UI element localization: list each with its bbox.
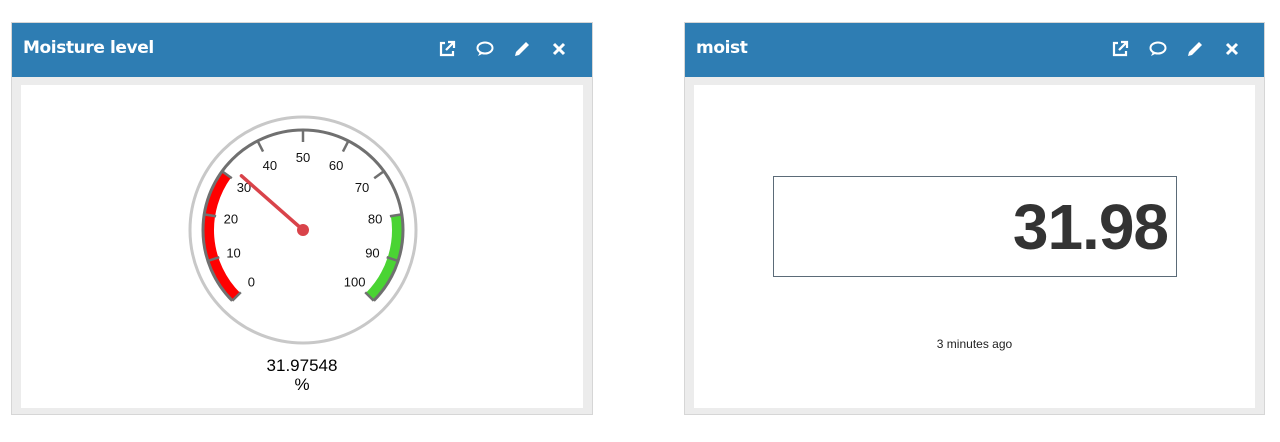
gauge-tick-label: 40 bbox=[263, 158, 277, 173]
gauge-value: 31.97548 bbox=[266, 356, 338, 375]
close-icon[interactable] bbox=[548, 38, 570, 60]
moisture-level-widget: Moisture level 0 10 20 30 40 50 60 70 80 90 100 31… bbox=[11, 22, 593, 415]
gauge-tick-label: 90 bbox=[365, 246, 379, 261]
gauge-tick-label: 50 bbox=[296, 150, 310, 165]
widget-body: 0 10 20 30 40 50 60 70 80 90 100 31.97548 % bbox=[21, 85, 583, 408]
gauge-tick-label: 60 bbox=[329, 158, 343, 173]
gauge-unit: % bbox=[294, 375, 310, 394]
value-text: 31.98 bbox=[1012, 191, 1169, 263]
value-display: 31.98 bbox=[773, 176, 1177, 277]
comment-icon[interactable] bbox=[1147, 38, 1169, 60]
widget-title: moist bbox=[696, 38, 748, 58]
timestamp: 3 minutes ago bbox=[936, 337, 1013, 351]
gauge-tick-label: 0 bbox=[248, 275, 255, 290]
widget-body: 31.98 3 minutes ago bbox=[694, 85, 1255, 408]
close-icon[interactable] bbox=[1221, 38, 1243, 60]
moist-widget: moist 31.98 3 minutes ago bbox=[684, 22, 1265, 415]
gauge-needle-hub bbox=[297, 224, 309, 236]
gauge-tick-label: 80 bbox=[368, 212, 382, 227]
pencil-icon[interactable] bbox=[1184, 38, 1206, 60]
gauge-tick-label: 20 bbox=[224, 212, 238, 227]
comment-icon[interactable] bbox=[474, 38, 496, 60]
gauge-tick-label: 10 bbox=[226, 246, 240, 261]
pencil-icon[interactable] bbox=[511, 38, 533, 60]
widget-header: Moisture level bbox=[12, 23, 592, 77]
widget-header: moist bbox=[685, 23, 1264, 77]
external-link-icon[interactable] bbox=[1109, 38, 1131, 60]
gauge-tick-label: 100 bbox=[344, 275, 366, 290]
widget-title: Moisture level bbox=[23, 38, 154, 58]
external-link-icon[interactable] bbox=[436, 38, 458, 60]
gauge-tick-label: 70 bbox=[355, 180, 369, 195]
